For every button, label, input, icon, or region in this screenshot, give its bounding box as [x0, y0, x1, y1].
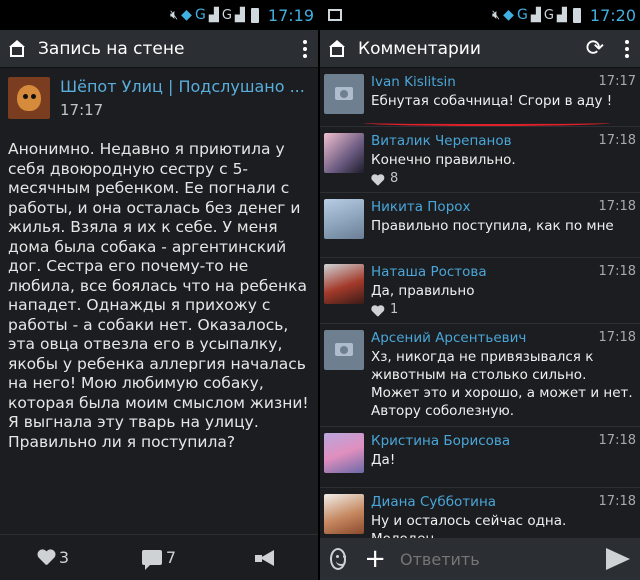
heart-icon [37, 550, 55, 566]
comment-item[interactable]: Кристина Борисова Да! 17:18 [320, 427, 640, 488]
status-bar: 🔇︎ ◆ G ▟ G ▟ 17:19 [0, 0, 318, 30]
mute-icon: 🔇︎ [169, 7, 179, 23]
signal-icon: ▟ [530, 7, 541, 23]
refresh-icon[interactable]: ⟳ [586, 36, 604, 61]
image-notification-icon [328, 9, 342, 21]
signal-icon-2: ▟ [234, 7, 245, 23]
signal-icon-2: ▟ [556, 7, 567, 23]
commenter-name[interactable]: Наташа Ростова [371, 264, 634, 280]
comment-text: Правильно поступила, как по мне [371, 218, 614, 234]
commenter-name[interactable]: Кристина Борисова [371, 433, 634, 449]
comment-item[interactable]: Ivan Kislitsin Ебнутая собачница! Сгори … [320, 68, 640, 127]
community-avatar[interactable] [8, 77, 50, 119]
comment-spacer [371, 112, 634, 120]
red-annotation-underline [364, 120, 610, 126]
wifi-icon: ◆ [503, 7, 514, 23]
megaphone-icon [254, 549, 276, 566]
app-bar: Запись на стене [0, 30, 318, 68]
avatar[interactable] [324, 330, 364, 370]
comments-button[interactable]: 7 [106, 548, 212, 570]
post-text: Анонимно. Недавно я приютила у себя двою… [8, 140, 309, 451]
avatar[interactable] [324, 264, 364, 304]
post-actions: 3 7 [0, 534, 318, 580]
comment-text: Конечно правильно. [371, 152, 516, 168]
home-icon[interactable] [328, 39, 346, 58]
like-button[interactable]: 3 [0, 548, 106, 567]
comment-time: 17:18 [598, 433, 636, 448]
comment-text: Да! [371, 452, 396, 468]
comment-text: Да, правильно [371, 283, 475, 299]
network-type: G [194, 7, 206, 23]
commenter-name[interactable]: Виталик Черепанов [371, 133, 634, 149]
emoji-icon[interactable] [330, 548, 347, 570]
post-meta: Шёпот Улиц | Подслушано ... 17:17 [60, 77, 310, 119]
avatar[interactable] [324, 133, 364, 173]
comments-screen: 🔇︎ ◆ G ▟ G ▟ 17:20 Комментарии ⟳ Ivan Ki… [320, 0, 640, 580]
commenter-name[interactable]: Ivan Kislitsin [371, 74, 634, 90]
comment-time: 17:18 [598, 330, 636, 345]
comment-item[interactable]: Наташа Ростова Да, правильно 1 17:18 [320, 258, 640, 324]
battery-icon [250, 7, 259, 23]
avatar[interactable] [324, 494, 364, 534]
more-options-icon[interactable] [622, 39, 632, 58]
page-title: Запись на стене [38, 38, 185, 59]
comment-time: 17:18 [598, 133, 636, 148]
like-count: 8 [390, 171, 399, 186]
comment-icon [141, 550, 162, 570]
clock: 17:19 [267, 5, 314, 25]
app-bar: Комментарии ⟳ [320, 30, 640, 68]
avatar[interactable] [324, 74, 364, 114]
share-button[interactable] [212, 549, 318, 566]
clock: 17:20 [589, 5, 636, 25]
comment-text: Ебнутая собачница! Сгори в аду ! [371, 93, 613, 109]
like-count: 1 [390, 302, 399, 317]
comment-count: 7 [165, 548, 177, 567]
home-icon[interactable] [8, 39, 26, 58]
mute-icon: 🔇︎ [491, 7, 501, 23]
heart-icon [371, 305, 380, 314]
send-icon[interactable] [606, 548, 630, 570]
comment-likes[interactable]: 1 [371, 302, 634, 317]
commenter-name[interactable]: Арсений Арсентьевич [371, 330, 634, 346]
more-options-icon[interactable] [300, 39, 310, 58]
comment-time: 17:17 [598, 74, 636, 89]
signal-icon: ▟ [208, 7, 219, 23]
network-type: G [516, 7, 528, 23]
battery-icon [572, 7, 581, 23]
comment-list: Ivan Kislitsin Ебнутая собачница! Сгори … [320, 68, 640, 554]
commenter-name[interactable]: Никита Порох [371, 199, 634, 215]
commenter-name[interactable]: Диана Субботина [371, 494, 634, 510]
comment-likes[interactable]: 8 [371, 171, 634, 186]
comment-time: 17:18 [598, 264, 636, 279]
comment-item[interactable]: Арсений Арсентьевич Хз, никогда не привя… [320, 324, 640, 427]
like-count: 3 [58, 548, 70, 567]
network-type-2: G [221, 7, 232, 23]
post-time: 17:17 [60, 101, 104, 119]
avatar[interactable] [324, 199, 364, 239]
community-name[interactable]: Шёпот Улиц | Подслушано ... [60, 77, 310, 96]
status-bar: 🔇︎ ◆ G ▟ G ▟ 17:20 [320, 0, 640, 30]
reply-bar: + [320, 538, 640, 580]
avatar[interactable] [324, 433, 364, 473]
comment-item[interactable]: Никита Порох Правильно поступила, как по… [320, 193, 640, 258]
attach-plus-icon[interactable]: + [364, 546, 386, 572]
reply-input[interactable] [400, 549, 600, 569]
page-title: Комментарии [358, 38, 481, 59]
comment-item[interactable]: Виталик Черепанов Конечно правильно. 8 1… [320, 127, 640, 193]
comment-time: 17:18 [598, 199, 636, 214]
comment-text: Хз, никогда не привязывался к животным н… [371, 349, 633, 419]
wall-post-screen: 🔇︎ ◆ G ▟ G ▟ 17:19 Запись на стене Шёпот… [0, 0, 318, 580]
network-type-2: G [543, 7, 554, 23]
heart-icon [371, 174, 380, 183]
post-header: Шёпот Улиц | Подслушано ... 17:17 [0, 68, 318, 126]
wifi-icon: ◆ [181, 7, 192, 23]
comment-time: 17:18 [598, 494, 636, 509]
